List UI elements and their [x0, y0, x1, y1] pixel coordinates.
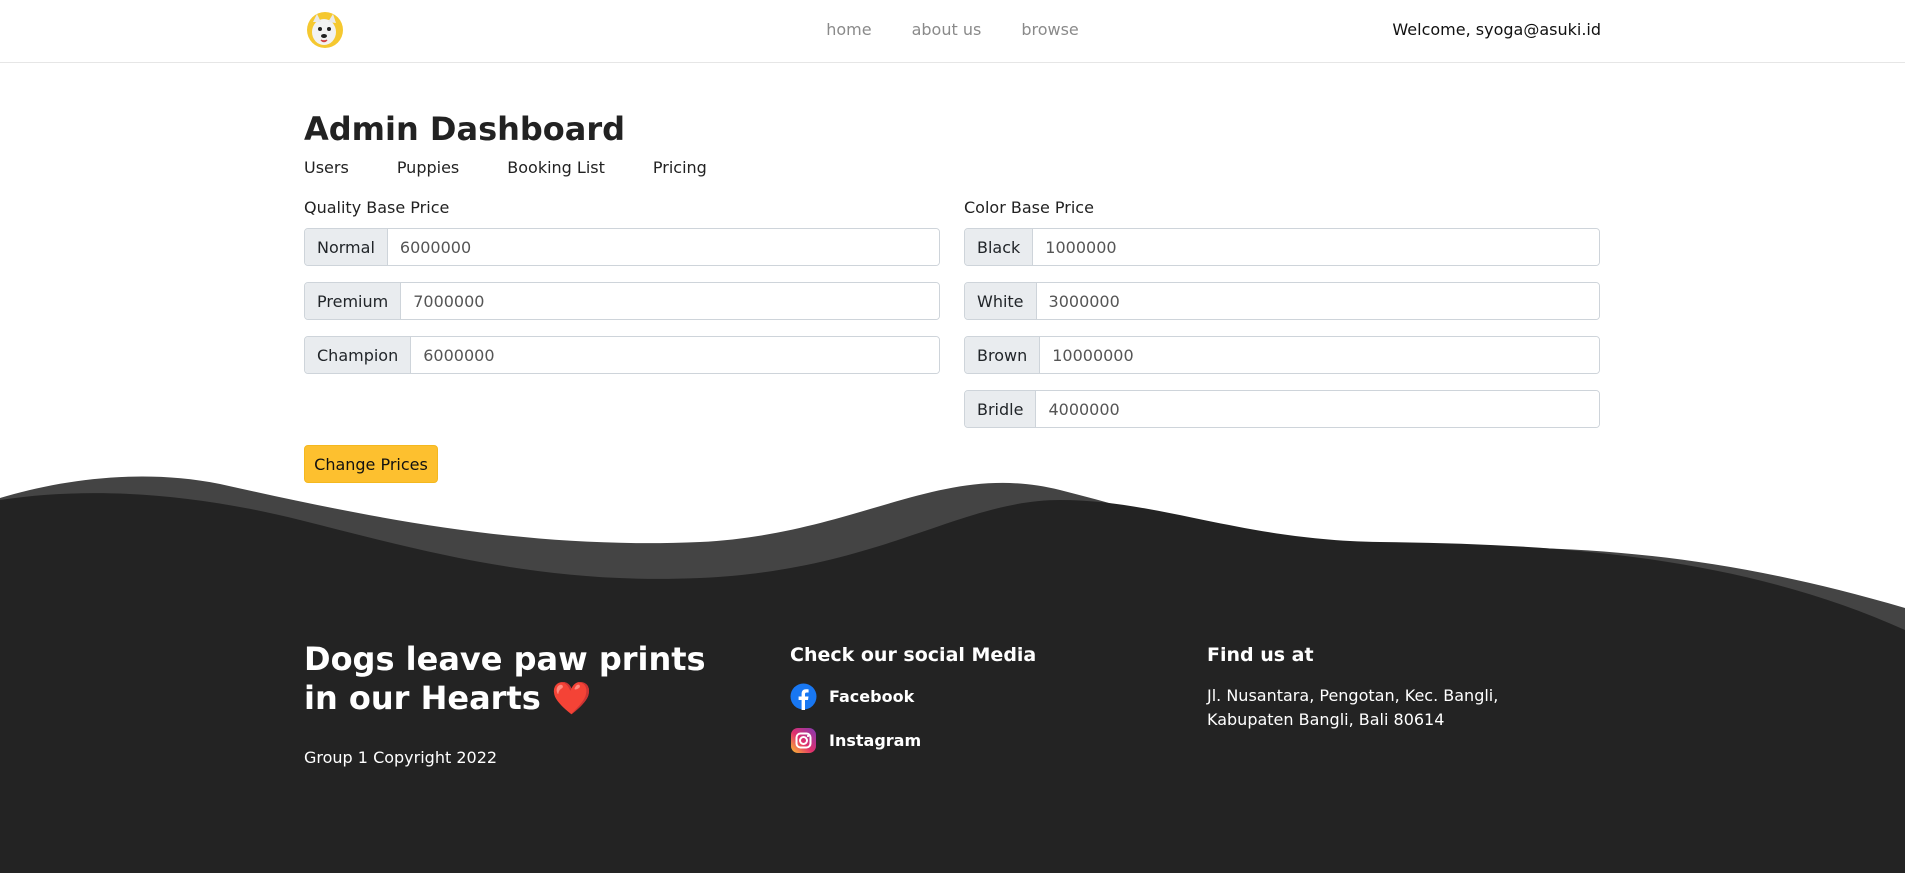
quality-champion-label: Champion — [305, 337, 412, 373]
quality-normal-input[interactable] — [387, 229, 939, 265]
color-brown-label: Brown — [965, 337, 1041, 373]
color-white-group: White — [964, 282, 1600, 320]
nav-home-link[interactable]: home — [826, 20, 871, 39]
footer-quote: Dogs leave paw prints in our Hearts ❤️ — [304, 640, 724, 718]
page-title: Admin Dashboard — [304, 110, 626, 148]
nav-browse-link[interactable]: browse — [1021, 20, 1078, 39]
instagram-label: Instagram — [829, 731, 922, 750]
quality-premium-input[interactable] — [401, 283, 939, 319]
nav-links: home about us browse — [0, 20, 1905, 39]
quality-price-title: Quality Base Price — [304, 198, 450, 217]
color-white-input[interactable] — [1036, 283, 1599, 319]
instagram-icon — [791, 728, 816, 753]
find-us-title: Find us at — [1207, 644, 1314, 666]
quality-normal-group: Normal — [304, 228, 940, 266]
tab-users[interactable]: Users — [304, 158, 349, 177]
instagram-link[interactable]: Instagram — [790, 727, 921, 754]
color-bridle-input[interactable] — [1036, 391, 1599, 427]
color-white-label: White — [965, 283, 1037, 319]
quality-price-section: Quality Base Price Normal Premium Champi… — [304, 198, 940, 390]
tab-puppies[interactable]: Puppies — [397, 158, 459, 177]
color-black-input[interactable] — [1033, 229, 1599, 265]
nav-about-link[interactable]: about us — [912, 20, 982, 39]
tab-pricing[interactable]: Pricing — [653, 158, 707, 177]
color-bridle-label: Bridle — [965, 391, 1037, 427]
footer-copyright: Group 1 Copyright 2022 — [304, 748, 498, 767]
address-text: Jl. Nusantara, Pengotan, Kec. Bangli, Ka… — [1207, 686, 1499, 729]
tab-booking-list[interactable]: Booking List — [507, 158, 605, 177]
color-bridle-group: Bridle — [964, 390, 1600, 428]
welcome-user[interactable]: Welcome, syoga@asuki.id — [1392, 20, 1601, 39]
quality-champion-input[interactable] — [411, 337, 939, 373]
navbar: home about us browse Welcome, syoga@asuk… — [0, 0, 1905, 63]
admin-tabs: Users Puppies Booking List Pricing — [304, 158, 707, 177]
change-prices-button[interactable]: Change Prices — [304, 445, 438, 483]
quality-premium-group: Premium — [304, 282, 940, 320]
footer-quote-text: Dogs leave paw prints in our Hearts — [304, 640, 706, 717]
color-black-group: Black — [964, 228, 1600, 266]
color-price-section: Color Base Price Black White Brown Bridl… — [964, 198, 1600, 444]
footer-wave-background — [0, 476, 1905, 873]
color-black-label: Black — [965, 229, 1034, 265]
quality-premium-label: Premium — [305, 283, 402, 319]
quality-normal-label: Normal — [305, 229, 388, 265]
color-brown-group: Brown — [964, 336, 1600, 374]
facebook-icon — [790, 683, 817, 710]
heart-icon: ❤️ — [551, 679, 592, 717]
color-price-title: Color Base Price — [964, 198, 1094, 217]
color-brown-input[interactable] — [1040, 337, 1599, 373]
quality-champion-group: Champion — [304, 336, 940, 374]
facebook-link[interactable]: Facebook — [790, 683, 914, 710]
social-media-title: Check our social Media — [790, 644, 1037, 666]
facebook-label: Facebook — [829, 687, 915, 706]
